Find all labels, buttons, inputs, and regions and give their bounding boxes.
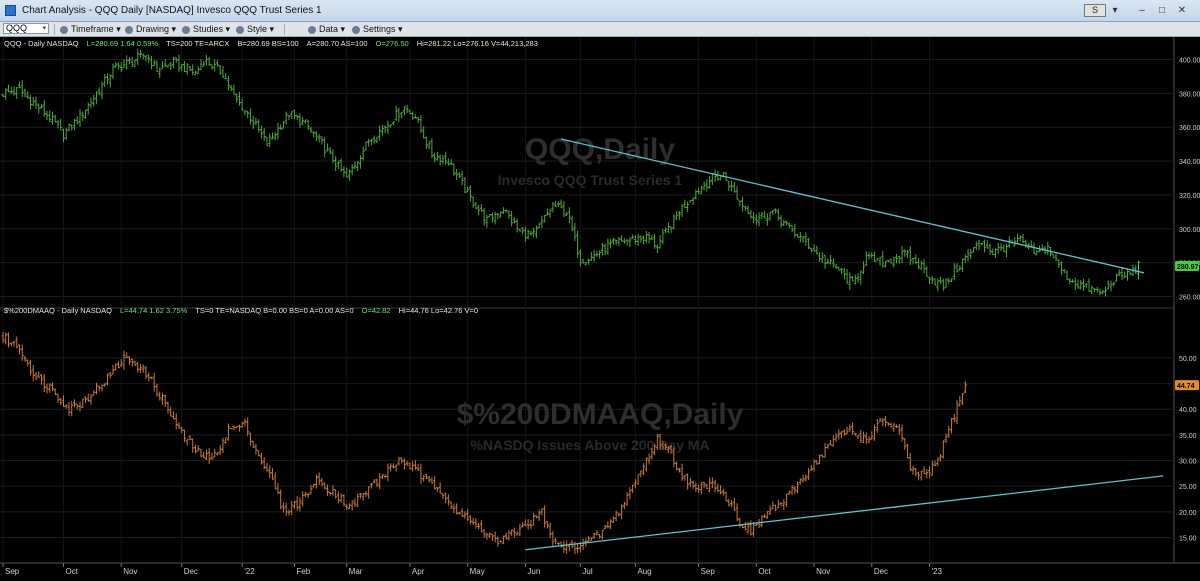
data-label: Data [319,24,339,34]
x-tick-label: Sep [5,567,20,576]
chevron-down-icon: ▾ [269,24,275,34]
chevron-down-icon: ▾ [340,24,346,34]
close-button[interactable]: ✕ [1173,4,1191,17]
toolbar-divider [284,24,285,35]
header-field: L=280.69 1.64 0.59% [87,39,159,48]
chevron-down-icon: ▾ [42,25,46,32]
chevron-down-icon: ▾ [225,24,231,34]
watermark-title: QQQ,Daily [525,133,675,166]
last-price-tag-label: 280.97 [1177,264,1199,271]
chevron-down-icon: ▾ [398,24,403,34]
minimize-button[interactable]: – [1133,4,1151,17]
style-icon [236,25,244,34]
header-field: A=280.70 AS=100 [307,39,368,48]
data-button[interactable]: Data ▾ [308,23,345,36]
x-tick-label: Aug [637,567,651,576]
y-tick-label: 40.00 [1179,407,1197,414]
chart-toolbar: QQQ ▾ Timeframe ▾ Drawing ▾ Studies ▾ St… [0,22,1200,37]
header-field: $%200DMAAQ - Daily NASDAQ [4,306,112,315]
y-tick-label: 340.00 [1179,159,1200,166]
app-icon [5,5,16,16]
y-tick-label: 260.00 [1179,295,1200,302]
studies-icon [182,25,190,34]
x-tick-label: Dec [184,567,198,576]
maximize-button[interactable]: □ [1153,4,1171,17]
header-field: Hi=44.76 Lo=42.76 V=0 [399,306,478,315]
x-tick-label: Oct [65,567,78,576]
x-tick-label: Apr [412,567,425,576]
y-tick-label: 50.00 [1179,356,1197,363]
last-price-tag-label: 44.74 [1177,383,1195,390]
timeframe-label: Timeframe [71,24,114,34]
studies-button[interactable]: Studies ▾ [182,23,230,36]
settings-button[interactable]: Settings ▾ [352,23,403,36]
symbol-input[interactable]: QQQ ▾ [3,23,49,34]
s-badge-button[interactable]: S [1084,4,1106,17]
y-tick-label: 320.00 [1179,193,1200,200]
s-dropdown-icon[interactable]: ▾ [1110,4,1120,17]
window-title: Chart Analysis - QQQ Daily [NASDAQ] Inve… [22,5,322,16]
symbol-value: QQQ [6,23,28,33]
y-tick-label: 300.00 [1179,227,1200,234]
x-tick-label: '22 [244,567,255,576]
studies-label: Studies [193,24,224,34]
header-field: Hi=281.22 Lo=276.16 V=44,213,283 [417,39,538,48]
data-icon [308,25,316,34]
drawing-button[interactable]: Drawing ▾ [125,23,176,36]
header-field: B=280.69 BS=100 [237,39,298,48]
settings-label: Settings [363,24,396,34]
y-tick-label: 35.00 [1179,433,1197,440]
style-button[interactable]: Style ▾ [236,23,274,36]
drawing-label: Drawing [136,24,170,34]
x-tick-label: Mar [349,567,363,576]
y-tick-label: 20.00 [1179,510,1197,517]
y-tick-label: 380.00 [1179,91,1200,98]
y-tick-label: 30.00 [1179,459,1197,466]
y-tick-label: 360.00 [1179,125,1200,132]
x-tick-label: Sep [701,567,716,576]
style-label: Style [247,24,268,34]
header-field: TS=0 TE=NASDAQ B=0.00 BS=0 A=0.00 AS=0 [195,306,353,315]
watermark-subtitle: Invesco QQQ Trust Series 1 [498,172,683,188]
timeframe-button[interactable]: Timeframe ▾ [60,23,121,36]
x-tick-label: Dec [874,567,888,576]
x-tick-label: Jul [582,567,592,576]
chart-canvas[interactable]: QQQ,Daily Invesco QQQ Trust Series 1 $%200… [0,37,1200,579]
last-price-tag: 44.74 [1175,380,1199,391]
header-field: L=44.74 1.62 3.75% [120,306,188,315]
x-tick-label: '23 [932,567,943,576]
last-price-tag: 280.97 [1175,261,1199,272]
x-tick-label: May [470,567,485,576]
chart-area[interactable]: QQQ,Daily Invesco QQQ Trust Series 1 $%200… [0,37,1200,579]
y-tick-label: 15.00 [1179,535,1197,542]
x-tick-label: Nov [816,567,830,576]
y-tick-label: 400.00 [1179,57,1200,64]
window-titlebar: Chart Analysis - QQQ Daily [NASDAQ] Inve… [0,0,1200,22]
x-tick-label: Jun [527,567,540,576]
panel-header: $%200DMAAQ - Daily NASDAQ L=44.74 1.62 3.… [4,306,478,315]
chevron-down-icon: ▾ [171,24,177,34]
x-tick-label: Oct [758,567,771,576]
y-tick-label: 25.00 [1179,484,1197,491]
gear-icon [352,25,360,34]
ohlc-bar [229,427,233,430]
x-tick-label: Nov [123,567,137,576]
header-field: QQQ - Daily NASDAQ [4,39,79,48]
x-tick-label: Feb [296,567,310,576]
header-field: O=42.82 [362,306,391,315]
header-field: TS=200 TE=ARCX [166,39,229,48]
toolbar-divider [54,24,55,35]
clock-icon [60,25,68,34]
header-field: O=276.50 [376,39,409,48]
pencil-icon [125,25,133,34]
chevron-down-icon: ▾ [116,24,121,34]
watermark-title: $%200DMAAQ,Daily [457,398,744,431]
